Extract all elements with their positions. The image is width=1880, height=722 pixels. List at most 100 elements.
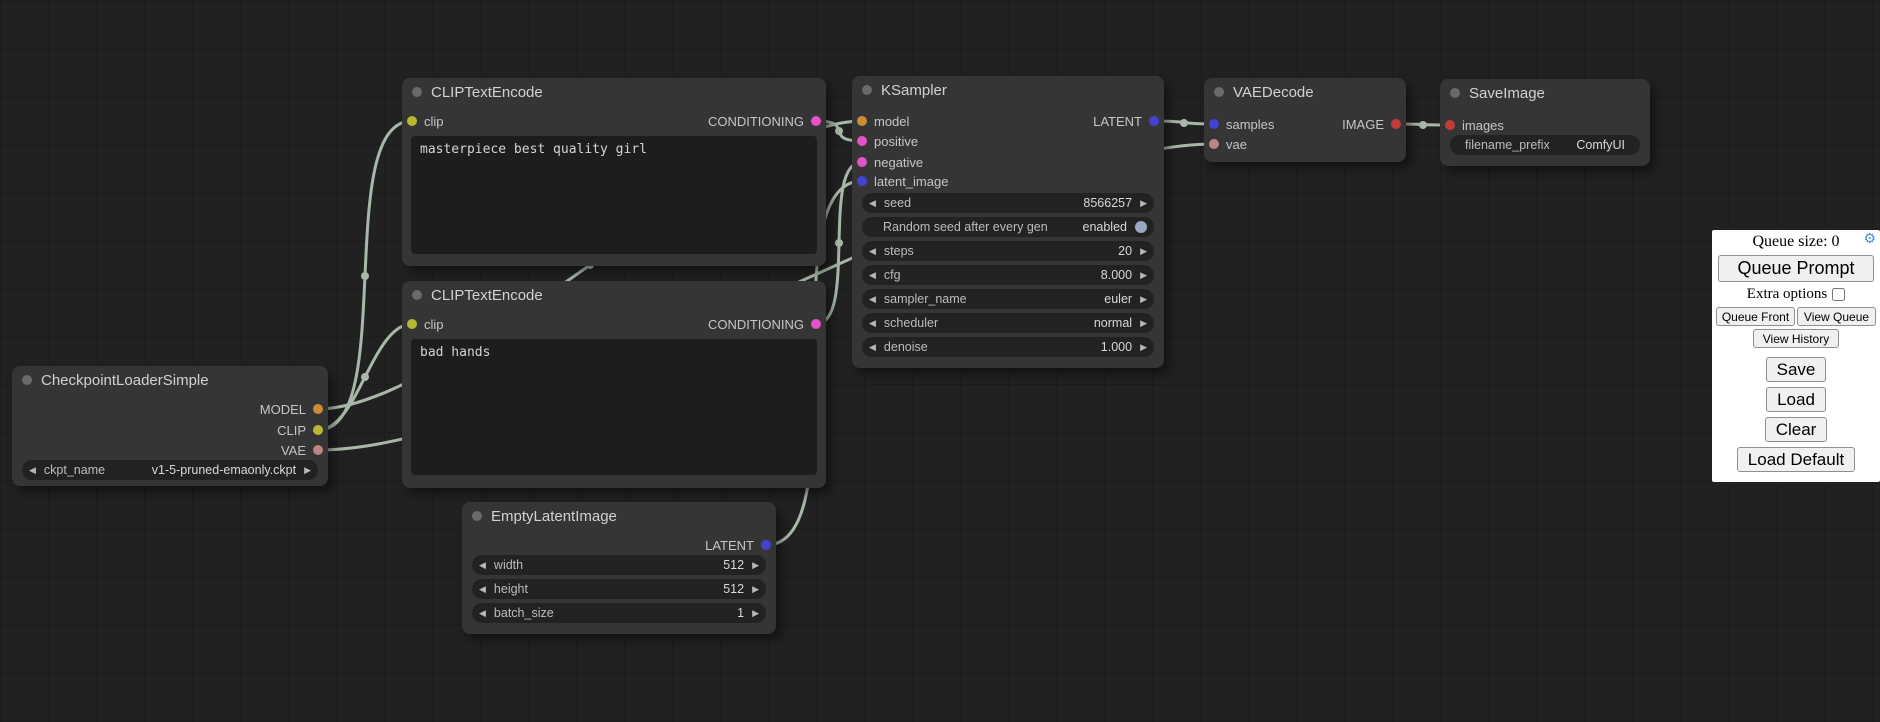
clip-port-dot[interactable] xyxy=(313,425,323,435)
negative-input-port[interactable]: negative xyxy=(857,152,923,172)
node-ksampler[interactable]: KSampler model LATENT positive negative … xyxy=(852,76,1164,368)
batch-size-widget[interactable]: ◀ batch_size 1 ▶ xyxy=(472,603,766,623)
latent-port-dot[interactable] xyxy=(1209,119,1219,129)
toggle-knob[interactable] xyxy=(1135,221,1147,233)
model-port-dot[interactable] xyxy=(857,116,867,126)
clip-input-port[interactable]: clip xyxy=(407,314,444,334)
scheduler-widget[interactable]: ◀ scheduler normal ▶ xyxy=(862,313,1154,333)
node-empty-latent-image[interactable]: EmptyLatentImage LATENT ◀ width 512 ▶ ◀ … xyxy=(462,502,776,634)
increment-arrow-icon[interactable]: ▶ xyxy=(1140,319,1147,328)
decrement-arrow-icon[interactable]: ◀ xyxy=(29,466,36,475)
node-clip-text-encode-negative[interactable]: CLIPTextEncode clip CONDITIONING bad han… xyxy=(402,281,826,488)
increment-arrow-icon[interactable]: ▶ xyxy=(752,609,759,618)
decrement-arrow-icon[interactable]: ◀ xyxy=(869,199,876,208)
latent-port-dot[interactable] xyxy=(1149,116,1159,126)
load-default-button[interactable]: Load Default xyxy=(1737,447,1855,472)
conditioning-port-dot[interactable] xyxy=(811,116,821,126)
collapse-dot[interactable] xyxy=(1214,87,1224,97)
node-title-bar[interactable]: SaveImage xyxy=(1440,79,1650,107)
node-canvas[interactable]: CheckpointLoaderSimple MODEL CLIP VAE ◀ … xyxy=(0,0,1880,722)
conditioning-output-port[interactable]: CONDITIONING xyxy=(708,111,821,131)
increment-arrow-icon[interactable]: ▶ xyxy=(1140,295,1147,304)
conditioning-port-dot[interactable] xyxy=(811,319,821,329)
clear-button[interactable]: Clear xyxy=(1765,417,1828,442)
collapse-dot[interactable] xyxy=(412,290,422,300)
collapse-dot[interactable] xyxy=(412,87,422,97)
view-history-button[interactable]: View History xyxy=(1753,329,1839,348)
increment-arrow-icon[interactable]: ▶ xyxy=(752,561,759,570)
node-title-bar[interactable]: KSampler xyxy=(852,76,1164,104)
decrement-arrow-icon[interactable]: ◀ xyxy=(479,609,486,618)
decrement-arrow-icon[interactable]: ◀ xyxy=(869,247,876,256)
vae-output-port[interactable]: VAE xyxy=(281,440,323,460)
node-save-image[interactable]: SaveImage images filename_prefix ComfyUI xyxy=(1440,79,1650,166)
node-title-bar[interactable]: CLIPTextEncode xyxy=(402,281,826,309)
decrement-arrow-icon[interactable]: ◀ xyxy=(869,343,876,352)
denoise-widget[interactable]: ◀ denoise 1.000 ▶ xyxy=(862,337,1154,357)
extra-options-checkbox[interactable] xyxy=(1832,288,1845,301)
latent-output-port[interactable]: LATENT xyxy=(1093,111,1159,131)
collapse-dot[interactable] xyxy=(862,85,872,95)
increment-arrow-icon[interactable]: ▶ xyxy=(1140,199,1147,208)
model-output-port[interactable]: MODEL xyxy=(260,399,323,419)
node-title-bar[interactable]: CheckpointLoaderSimple xyxy=(12,366,328,394)
decrement-arrow-icon[interactable]: ◀ xyxy=(869,319,876,328)
increment-arrow-icon[interactable]: ▶ xyxy=(1140,343,1147,352)
load-button[interactable]: Load xyxy=(1766,387,1826,412)
increment-arrow-icon[interactable]: ▶ xyxy=(1140,271,1147,280)
collapse-dot[interactable] xyxy=(1450,88,1460,98)
settings-gear-icon[interactable]: ⚙ xyxy=(1863,233,1876,247)
queue-front-button[interactable]: Queue Front xyxy=(1716,307,1795,326)
samples-input-port[interactable]: samples xyxy=(1209,114,1274,134)
conditioning-port-dot[interactable] xyxy=(857,157,867,167)
ckpt-name-widget[interactable]: ◀ ckpt_name v1-5-pruned-emaonly.ckpt ▶ xyxy=(22,460,318,480)
seed-widget[interactable]: ◀ seed 8566257 ▶ xyxy=(862,193,1154,213)
image-port-dot[interactable] xyxy=(1445,120,1455,130)
decrement-arrow-icon[interactable]: ◀ xyxy=(479,585,486,594)
width-widget[interactable]: ◀ width 512 ▶ xyxy=(472,555,766,575)
view-queue-button[interactable]: View Queue xyxy=(1797,307,1876,326)
save-button[interactable]: Save xyxy=(1766,357,1827,382)
vae-port-dot[interactable] xyxy=(1209,139,1219,149)
latent-output-port[interactable]: LATENT xyxy=(705,535,771,555)
node-title-bar[interactable]: EmptyLatentImage xyxy=(462,502,776,530)
decrement-arrow-icon[interactable]: ◀ xyxy=(479,561,486,570)
filename-prefix-widget[interactable]: filename_prefix ComfyUI xyxy=(1450,135,1640,155)
collapse-dot[interactable] xyxy=(472,511,482,521)
height-widget[interactable]: ◀ height 512 ▶ xyxy=(472,579,766,599)
steps-widget[interactable]: ◀ steps 20 ▶ xyxy=(862,241,1154,261)
vae-input-port[interactable]: vae xyxy=(1209,134,1247,154)
latent-port-dot[interactable] xyxy=(857,176,867,186)
decrement-arrow-icon[interactable]: ◀ xyxy=(869,295,876,304)
model-input-port[interactable]: model xyxy=(857,111,909,131)
node-title-bar[interactable]: CLIPTextEncode xyxy=(402,78,826,106)
image-port-dot[interactable] xyxy=(1391,119,1401,129)
collapse-dot[interactable] xyxy=(22,375,32,385)
cfg-widget[interactable]: ◀ cfg 8.000 ▶ xyxy=(862,265,1154,285)
clip-port-dot[interactable] xyxy=(407,319,417,329)
images-input-port[interactable]: images xyxy=(1445,115,1504,135)
conditioning-output-port[interactable]: CONDITIONING xyxy=(708,314,821,334)
image-output-port[interactable]: IMAGE xyxy=(1342,114,1401,134)
clip-port-dot[interactable] xyxy=(407,116,417,126)
negative-prompt-textarea[interactable]: bad hands xyxy=(411,339,817,475)
latent-port-dot[interactable] xyxy=(761,540,771,550)
node-checkpoint-loader[interactable]: CheckpointLoaderSimple MODEL CLIP VAE ◀ … xyxy=(12,366,328,486)
increment-arrow-icon[interactable]: ▶ xyxy=(752,585,759,594)
random-seed-toggle[interactable]: Random seed after every gen enabled xyxy=(862,217,1154,237)
queue-prompt-button[interactable]: Queue Prompt xyxy=(1718,255,1874,282)
positive-prompt-textarea[interactable]: masterpiece best quality girl xyxy=(411,136,817,254)
positive-input-port[interactable]: positive xyxy=(857,131,918,151)
node-clip-text-encode-positive[interactable]: CLIPTextEncode clip CONDITIONING masterp… xyxy=(402,78,826,266)
clip-input-port[interactable]: clip xyxy=(407,111,444,131)
increment-arrow-icon[interactable]: ▶ xyxy=(1140,247,1147,256)
node-title-bar[interactable]: VAEDecode xyxy=(1204,78,1406,106)
sampler-name-widget[interactable]: ◀ sampler_name euler ▶ xyxy=(862,289,1154,309)
node-vae-decode[interactable]: VAEDecode samples IMAGE vae xyxy=(1204,78,1406,162)
model-port-dot[interactable] xyxy=(313,404,323,414)
decrement-arrow-icon[interactable]: ◀ xyxy=(869,271,876,280)
increment-arrow-icon[interactable]: ▶ xyxy=(304,466,311,475)
latent-image-input-port[interactable]: latent_image xyxy=(857,171,948,191)
conditioning-port-dot[interactable] xyxy=(857,136,867,146)
clip-output-port[interactable]: CLIP xyxy=(277,420,323,440)
